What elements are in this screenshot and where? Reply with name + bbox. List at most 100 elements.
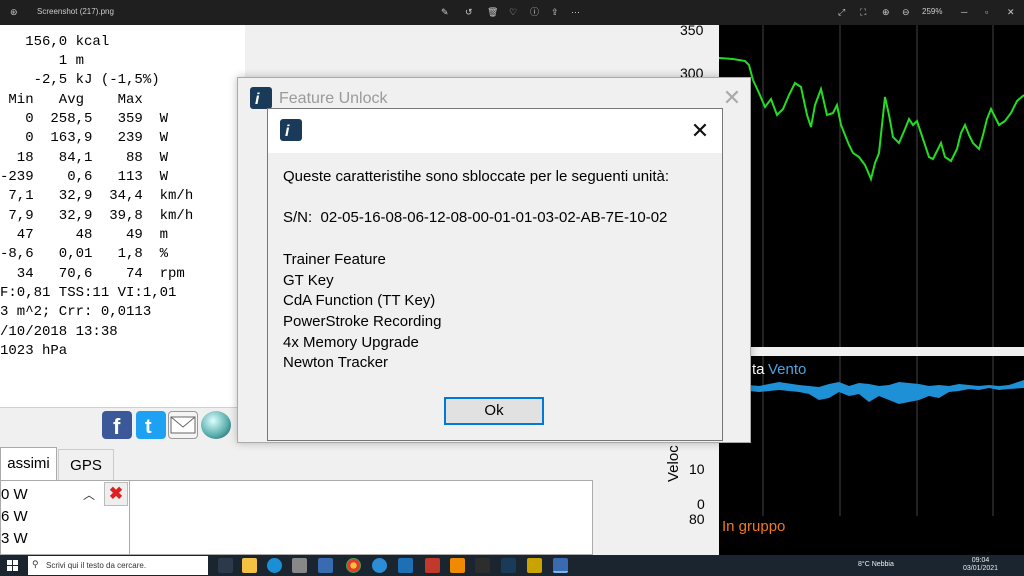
delete-button[interactable]: ✖ [104,482,128,506]
tab-massimi[interactable]: assimi [0,447,57,480]
feature-item: CdA Function (TT Key) [283,292,436,309]
tab-gps[interactable]: GPS [58,449,114,482]
app-icon[interactable] [398,558,413,573]
power-chart [718,25,1024,347]
list-item[interactable]: 6 W [1,508,28,525]
task-view-icon[interactable] [218,558,233,573]
y-tick-80: 80 [689,511,705,527]
feature-item: Newton Tracker [283,354,389,371]
rotate-icon[interactable]: ↺ [465,6,473,18]
zoom-level: 259% [922,7,943,16]
dialog-close-icon[interactable]: ✕ [688,119,712,143]
window-title: Feature Unlock [279,90,388,107]
globe-icon[interactable] [201,411,231,439]
stat-header: Min Avg Max [0,92,143,108]
y-tick-10: 10 [689,461,705,477]
app-icon[interactable] [425,558,440,573]
edge-icon[interactable] [267,558,282,573]
edit-icon[interactable]: ✎ [441,6,449,18]
feature-item: GT Key [283,272,334,289]
delete-icon[interactable]: 🗑 [487,6,498,18]
email-icon[interactable] [168,411,198,439]
stat-line: 18 84,1 88 W [0,150,169,166]
unlock-message: Queste caratteristihe sono sbloccate per… [283,168,670,185]
stat-line: 34 70,6 74 rpm [0,266,185,282]
stat-line: 3 m^2; Crr: 0,0113 [0,304,152,320]
ok-button[interactable]: Ok [444,397,544,425]
photo-viewer-titlebar: ⊛ Screenshot (217).png ✎ ↺ 🗑 ♡ ⓘ ⇪ ⋯ ⤢ ⛶… [0,0,1024,25]
app-logo-icon: i [250,87,272,109]
feature-item: PowerStroke Recording [283,313,442,330]
info-icon[interactable]: ⓘ [530,6,539,18]
chart-label-vento: Vento [768,361,807,378]
more-icon[interactable]: ⋯ [571,6,580,18]
stat-line: 156,0 kcal [0,34,110,50]
clock-time: 09:04 [971,557,990,564]
stat-line: -8,6 0,01 1,8 % [0,246,169,262]
windows-taskbar: ⚲ Scrivi qui il testo da cercare. 8°C Ne… [0,555,1024,576]
stat-line: /10/2018 13:38 [0,324,118,340]
close-icon[interactable]: ✕ [1007,6,1015,18]
taskbar-search[interactable]: ⚲ Scrivi qui il testo da cercare. [28,556,208,575]
feature-item: 4x Memory Upgrade [283,334,419,351]
isaac-app-icon[interactable] [501,558,516,573]
svg-text:t: t [145,416,152,438]
wind-svg [719,356,1024,516]
chrome-icon[interactable] [346,558,361,573]
app-icon[interactable] [372,558,387,573]
stat-line: 7,1 32,9 34,4 km/h [0,188,194,204]
app-icon[interactable] [527,558,542,573]
search-placeholder: Scrivi qui il testo da cercare. [46,561,147,570]
file-explorer-icon[interactable] [242,558,257,573]
weather-status[interactable]: 8°C Nebbia [858,561,894,568]
dialog-titlebar: i ✕ [268,109,722,153]
wind-series-area [719,380,1024,404]
clock-date: 03/01/2021 [963,565,999,572]
power-series-line [718,57,1024,183]
minimize-icon[interactable]: ─ [961,6,967,18]
outer-close-icon[interactable]: ✕ [722,87,742,109]
store-icon[interactable] [292,558,307,573]
dialog-logo-icon: i [280,119,302,141]
stat-line: -239 0,6 113 W [0,169,169,185]
app-icon[interactable] [475,558,490,573]
list-item[interactable]: 0 W [1,486,28,503]
zoom-in-icon[interactable]: ⊕ [882,6,890,18]
share-icon[interactable]: ⇪ [551,6,559,18]
twitter-icon[interactable]: t [136,411,166,439]
stat-line: 0 258,5 359 W [0,111,169,127]
stat-line: F:0,81 TSS:11 VI:1,01 [0,285,177,301]
stat-line: 1023 hPa [0,343,68,359]
stat-line: 1 m [0,53,85,69]
axis-label-velocita: Veloc [665,445,682,482]
maximize-icon[interactable]: ▫ [985,6,988,18]
zoom-out-icon[interactable]: ⊖ [902,6,910,18]
svg-text:i: i [285,123,290,140]
list-detail [130,480,593,555]
expand-icon[interactable]: ⤢ [838,6,845,18]
wind-chart [719,356,1024,516]
mail-icon[interactable] [318,558,333,573]
chart-label-prefix: ta [752,361,765,378]
vlc-icon[interactable] [450,558,465,573]
feature-item: Trainer Feature [283,251,386,268]
photos-icon[interactable] [553,558,568,573]
ride-stats-panel: 156,0 kcal 1 m -2,5 kJ (-1,5%) Min Avg M… [0,25,245,407]
favorite-icon[interactable]: ♡ [509,6,517,18]
fit-icon[interactable]: ⛶ [860,6,866,18]
search-icon: ⚲ [32,559,39,569]
feature-unlock-dialog: i ✕ Queste caratteristihe sono sbloccate… [267,108,723,441]
facebook-icon[interactable]: f [102,411,132,439]
clock[interactable]: 09:04 03/01/2021 [963,557,998,573]
stat-line: 47 48 49 m [0,227,169,243]
stat-line: -2,5 kJ (-1,5%) [0,72,160,88]
app-icon: ⊛ [10,7,18,17]
chart-label-gruppo: In gruppo [722,518,786,535]
windows-start-icon[interactable] [5,557,21,573]
serial-number: S/N: 02-05-16-08-06-12-08-00-01-01-03-02… [283,209,668,226]
svg-text:f: f [113,414,121,439]
power-line-svg [718,25,1024,347]
svg-text:i: i [255,91,260,108]
scroll-up-icon[interactable]: ︿ [79,484,99,506]
list-item[interactable]: 3 W [1,530,28,547]
